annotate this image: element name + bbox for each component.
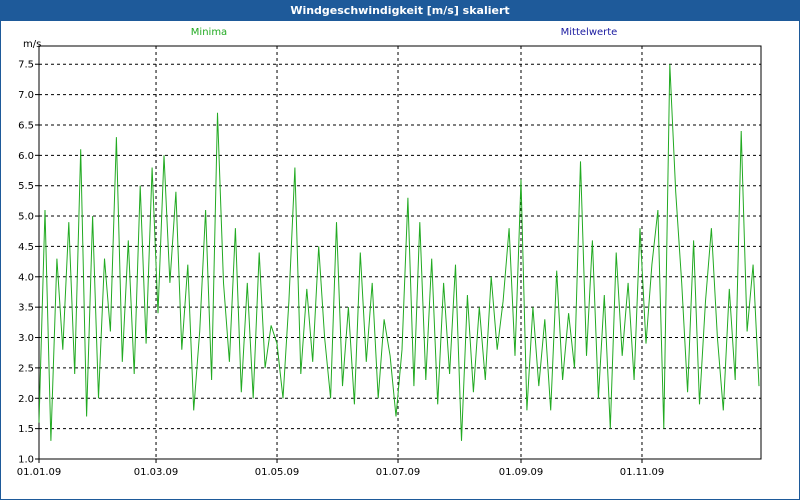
y-tick-label: 6.0 bbox=[18, 151, 34, 162]
y-tick-label: 3.5 bbox=[18, 303, 34, 314]
x-tick-label: 01.07.09 bbox=[376, 467, 421, 478]
y-tick-label: 1.5 bbox=[18, 424, 34, 435]
plot-area bbox=[38, 45, 762, 460]
legend-item-minima: Minima bbox=[191, 27, 227, 38]
y-tick-label: 4.5 bbox=[18, 242, 34, 253]
window-title: Windgeschwindigkeit [m/s] skaliert bbox=[1, 1, 799, 21]
x-tick-label: 01.03.09 bbox=[134, 467, 179, 478]
legend: Minima Mittelwerte bbox=[191, 27, 618, 38]
y-tick-label: 4.0 bbox=[18, 272, 34, 283]
chart-window: Windgeschwindigkeit [m/s] skaliert 1.0 1.… bbox=[0, 0, 800, 500]
y-tick-label: 7.0 bbox=[18, 90, 34, 101]
y-tick-label: 6.5 bbox=[18, 120, 34, 131]
y-axis-label: m/s bbox=[23, 39, 41, 50]
y-tick-label: 2.5 bbox=[18, 363, 34, 374]
y-tick-label: 5.0 bbox=[18, 212, 34, 223]
y-tick-label: 5.5 bbox=[18, 181, 34, 192]
y-tick-label: 7.5 bbox=[18, 60, 34, 71]
x-tick-label: 01.09.09 bbox=[499, 467, 544, 478]
legend-item-mittelwerte: Mittelwerte bbox=[561, 27, 618, 38]
y-tick-label: 1.0 bbox=[18, 455, 34, 466]
x-tick-label: 01.01.09 bbox=[17, 467, 62, 478]
x-tick-label: 01.05.09 bbox=[255, 467, 300, 478]
y-tick-label: 2.0 bbox=[18, 394, 34, 405]
y-tick-label: 3.0 bbox=[18, 333, 34, 344]
chart-svg: 1.0 1.5 2.0 2.5 3.0 3.5 4.0 4.5 5.0 5.5 6.0 6.5 7.0 7… bbox=[17, 27, 762, 478]
x-tick-label: 01.11.09 bbox=[620, 467, 665, 478]
